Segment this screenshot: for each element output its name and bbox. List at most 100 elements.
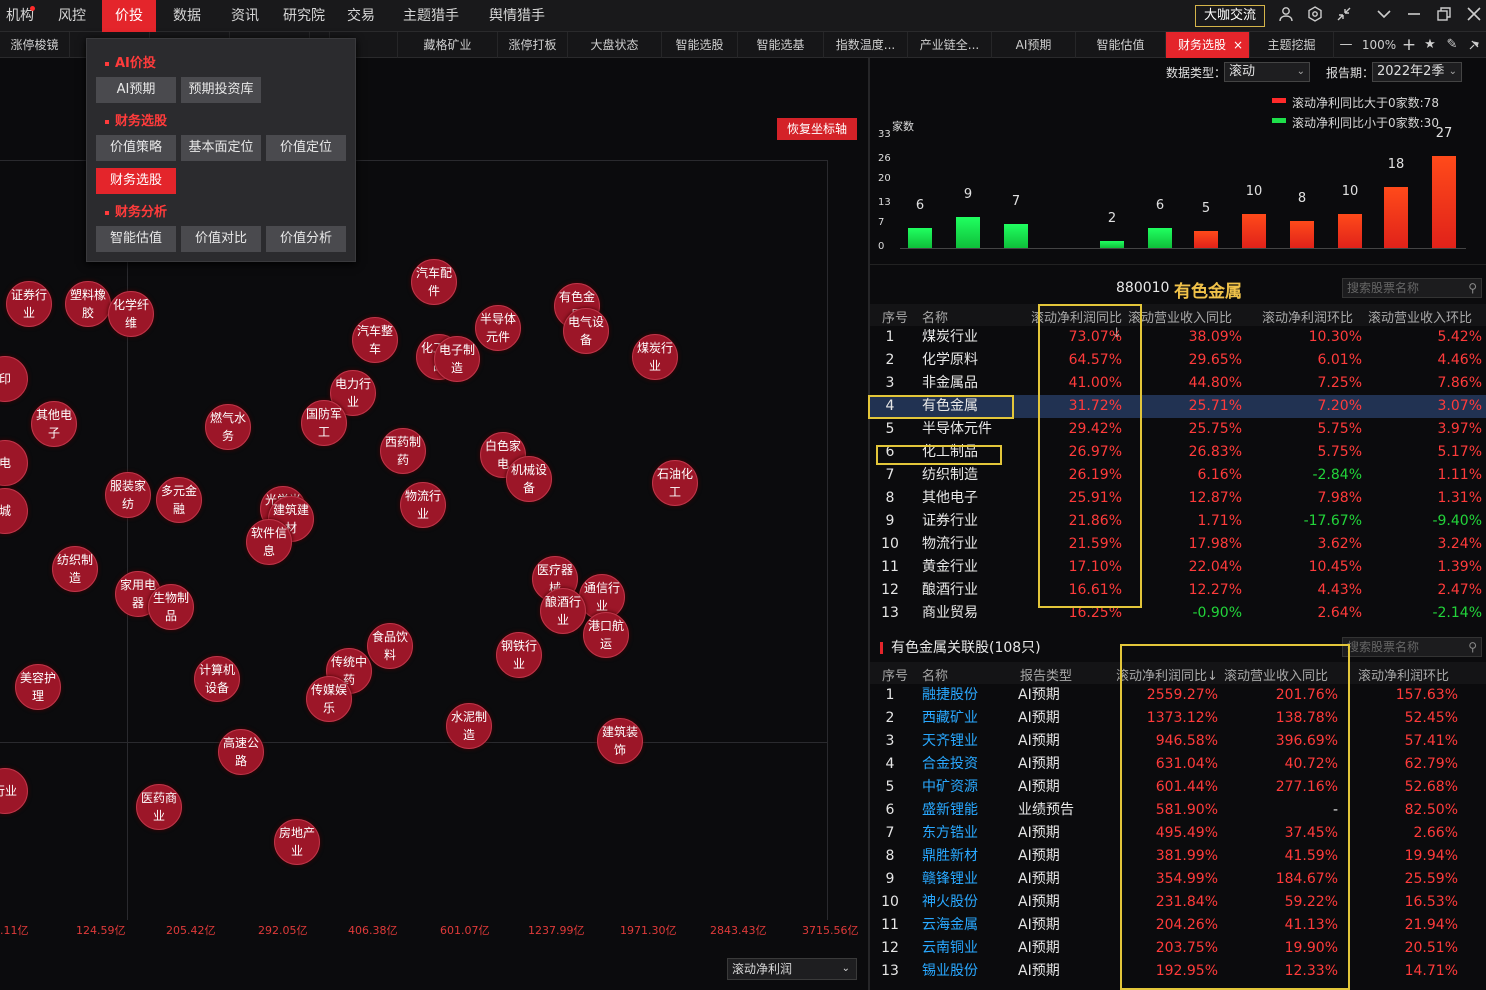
industry-bubble[interactable]: 纺织制造 <box>52 546 98 592</box>
industry-bubble[interactable]: 港口航运 <box>583 612 629 658</box>
tab[interactable]: 指数温度... <box>824 32 908 58</box>
report-period-select[interactable]: 2022年2季 ⌄ <box>1372 62 1462 82</box>
industry-bubble[interactable]: 石油化工 <box>652 460 698 506</box>
stock-name-link[interactable]: 天齐锂业 <box>922 730 1012 753</box>
data-type-select[interactable]: 滚动 ⌄ <box>1224 62 1310 82</box>
menu-item[interactable]: 资讯 <box>220 0 270 32</box>
tab[interactable]: 藏格矿业 <box>398 32 498 58</box>
tab[interactable]: 智能选基 <box>738 32 824 58</box>
dropdown-button[interactable]: 基本面定位 <box>181 135 261 161</box>
x-axis-select[interactable]: 滚动净利润 ⌄ <box>727 958 857 980</box>
table-row[interactable]: 11 黄金行业 17.10% 22.04% 10.45% 1.39% <box>870 556 1486 579</box>
shrink-icon[interactable] <box>1334 6 1354 26</box>
user-icon[interactable] <box>1276 6 1296 26</box>
table-row[interactable]: 5 半导体元件 29.42% 25.75% 5.75% 3.97% <box>870 418 1486 441</box>
tab-close-icon[interactable]: × <box>1233 32 1243 58</box>
tab[interactable]: AI预期 <box>992 32 1076 58</box>
menu-item[interactable]: 机构 <box>0 0 40 32</box>
bar[interactable] <box>1338 214 1362 248</box>
col-header[interactable]: 名称 <box>922 307 948 326</box>
table-row[interactable]: 3 非金属品 41.00% 44.80% 7.25% 7.86% <box>870 372 1486 395</box>
industry-bubble[interactable]: 机械设备 <box>506 456 552 502</box>
industry-bubble[interactable]: 生物制品 <box>148 584 194 630</box>
col-header[interactable]: 滚动净利润环比 <box>1262 307 1353 326</box>
dropdown-button[interactable]: 价值对比 <box>181 226 261 252</box>
dropdown-button-active[interactable]: 财务选股 <box>96 168 176 194</box>
industry-bubble[interactable]: 水泥制造 <box>446 703 492 749</box>
menu-item[interactable]: 主题猎手 <box>398 0 464 32</box>
dropdown-button[interactable]: 价值定位 <box>266 135 346 161</box>
dakajiaoliu-button[interactable]: 大咖交流 <box>1195 5 1265 27</box>
star-icon[interactable]: ★ <box>1420 32 1440 58</box>
table-row[interactable]: 2 化学原料 64.57% 29.65% 6.01% 4.46% <box>870 349 1486 372</box>
dropdown-button[interactable]: 预期投资库 <box>181 77 261 103</box>
menu-item[interactable]: 舆情猎手 <box>482 0 552 32</box>
stock-name-link[interactable]: 锡业股份 <box>922 960 1012 983</box>
table-row[interactable]: 9 证券行业 21.86% 1.71% -17.67% -9.40% <box>870 510 1486 533</box>
industry-bubble[interactable]: 国防军工 <box>301 400 347 446</box>
industry-bubble[interactable]: 计算机设备 <box>194 656 240 702</box>
industry-bubble[interactable]: 房地产业 <box>274 819 320 865</box>
col-header[interactable]: 序号 <box>882 307 908 326</box>
industry-bubble[interactable]: 电气设备 <box>563 308 609 354</box>
industry-bubble[interactable]: 塑料橡胶 <box>65 281 111 327</box>
industry-bubble[interactable]: 美容护理 <box>15 664 61 710</box>
zoom-in-button[interactable]: + <box>1400 32 1418 58</box>
bar[interactable] <box>956 217 980 248</box>
industry-bubble[interactable]: 西药制药 <box>380 428 426 474</box>
chevron-down-icon[interactable] <box>1374 6 1394 26</box>
tab[interactable]: 智能估值 <box>1076 32 1166 58</box>
menu-item-active[interactable]: 价投 <box>102 0 156 32</box>
industry-bubble[interactable]: 燃气水务 <box>205 404 251 450</box>
tab[interactable]: 主题挖掘 <box>1250 32 1334 58</box>
edit-icon[interactable]: ✎ <box>1442 32 1462 58</box>
industry-bubble[interactable]: 食品饮料 <box>367 623 413 669</box>
stock-name-link[interactable]: 赣锋锂业 <box>922 868 1012 891</box>
stock-name-link[interactable]: 神火股份 <box>922 891 1012 914</box>
menu-item[interactable]: 数据 <box>162 0 212 32</box>
col-header[interactable]: 滚动营业收入环比 <box>1368 307 1472 326</box>
industry-bubble[interactable]: 服装家纺 <box>105 472 151 518</box>
industry-bubble[interactable]: 汽车整车 <box>352 317 398 363</box>
industry-bubble[interactable]: 电子制造 <box>434 336 480 382</box>
industry-bubble[interactable]: 软件信息 <box>246 519 292 565</box>
industry-bubble[interactable]: 建筑装饰 <box>597 718 643 764</box>
col-header[interactable]: 滚动营业收入同比 <box>1128 307 1232 326</box>
stock-name-link[interactable]: 盛新锂能 <box>922 799 1012 822</box>
restore-window-icon[interactable] <box>1434 6 1454 26</box>
close-icon[interactable] <box>1464 6 1484 26</box>
stock-name-link[interactable]: 鼎胜新材 <box>922 845 1012 868</box>
bar[interactable] <box>1242 214 1266 248</box>
industry-bubble[interactable]: 钢铁行业 <box>496 632 542 678</box>
bar[interactable] <box>1290 220 1314 248</box>
bar[interactable] <box>1384 186 1408 248</box>
tab[interactable]: 涨停梭镜 <box>0 32 70 58</box>
zoom-out-button[interactable]: — <box>1336 32 1356 58</box>
menu-item[interactable]: 风控 <box>48 0 96 32</box>
minimize-icon[interactable] <box>1404 6 1424 26</box>
bar[interactable] <box>1100 241 1124 248</box>
industry-bubble[interactable]: 高速公路 <box>218 729 264 775</box>
bar[interactable] <box>1004 224 1028 248</box>
stock-search-input[interactable]: 搜索股票名称 ⚲ <box>1342 278 1482 298</box>
industry-bubble[interactable]: 传媒娱乐 <box>306 676 352 722</box>
related-search-input[interactable]: 搜索股票名称 ⚲ <box>1342 637 1482 657</box>
bar[interactable] <box>908 227 932 248</box>
industry-bubble[interactable]: 医药商业 <box>136 784 182 830</box>
stock-name-link[interactable]: 东方锆业 <box>922 822 1012 845</box>
stock-name-link[interactable]: 西藏矿业 <box>922 707 1012 730</box>
industry-bubble[interactable]: 煤炭行业 <box>632 334 678 380</box>
bar[interactable] <box>1432 156 1456 248</box>
industry-bubble[interactable]: 半导体元件 <box>475 305 521 351</box>
industry-bubble[interactable]: 其他电子 <box>31 401 77 447</box>
dropdown-button[interactable]: 价值分析 <box>266 226 346 252</box>
menu-item[interactable]: 研究院 <box>276 0 332 32</box>
table-row[interactable]: 8 其他电子 25.91% 12.87% 7.98% 1.31% <box>870 487 1486 510</box>
table-row[interactable]: 12 酿酒行业 16.61% 12.27% 4.43% 2.47% <box>870 579 1486 602</box>
bar[interactable] <box>1148 227 1172 248</box>
industry-bubble[interactable]: 物流行业 <box>400 482 446 528</box>
industry-bubble[interactable]: 汽车配件 <box>411 259 457 305</box>
tab-financial-screening[interactable]: 财务选股 × <box>1166 32 1250 58</box>
bar[interactable] <box>1194 231 1218 248</box>
tab[interactable]: 涨停打板 <box>498 32 568 58</box>
